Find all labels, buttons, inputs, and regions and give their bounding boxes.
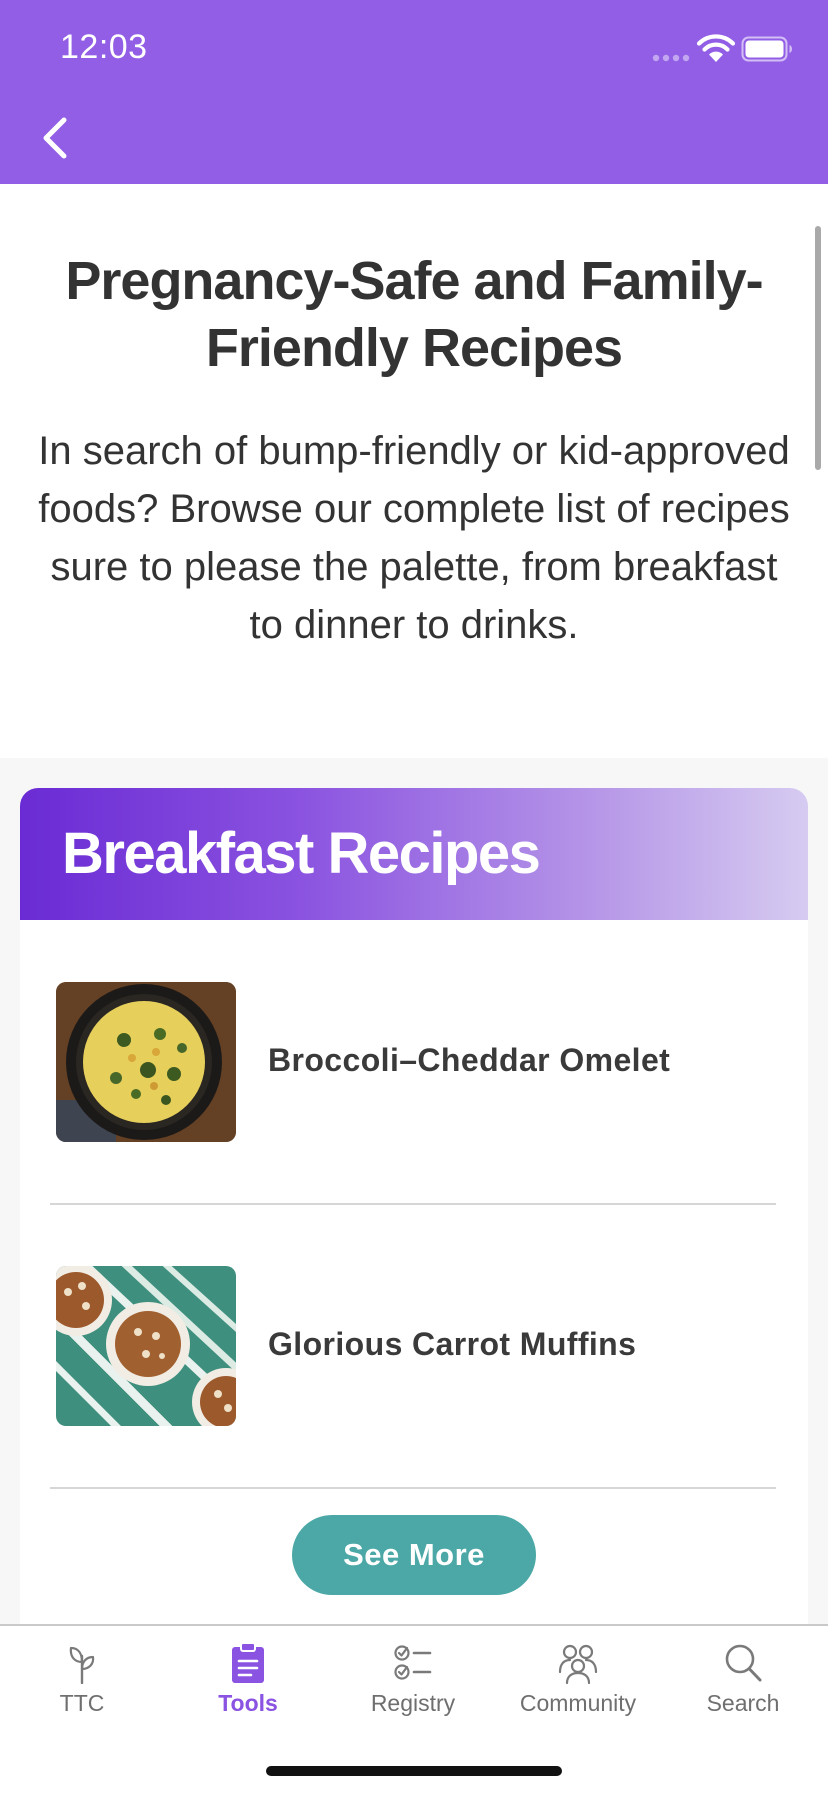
tab-registry[interactable]: Registry [333,1626,493,1722]
omelet-skillet-photo [56,982,236,1142]
checklist-icon [394,1645,432,1680]
carrot-muffins-photo [56,1266,236,1426]
intro-section: Pregnancy-Safe and Family-Friendly Recip… [0,184,828,758]
card-header: Breakfast Recipes [20,788,808,920]
tab-label: Search [706,1690,780,1716]
page-title: Pregnancy-Safe and Family-Friendly Recip… [65,251,763,378]
battery-icon [741,36,792,62]
back-button[interactable] [28,108,80,168]
cellular-signal-icon [652,54,690,62]
recipe-name: Broccoli–Cheddar Omelet [268,1042,671,1078]
tab-search[interactable]: Search [663,1626,823,1722]
recipe-item-carrot-muffins[interactable]: Glorious Carrot Muffins [20,1204,808,1488]
scrollbar-thumb[interactable] [815,226,821,470]
tab-tools[interactable]: Tools [168,1626,328,1722]
recipe-name: Glorious Carrot Muffins [268,1326,637,1362]
app-header: 12:03 [0,0,828,184]
tab-label: Registry [370,1690,456,1716]
people-group-icon [558,1644,598,1684]
intro-description: In search of bump-friendly or kid-approv… [38,429,790,647]
section-title: Breakfast Recipes [62,821,541,886]
row-divider [50,1487,776,1489]
tab-ttc[interactable]: TTC [2,1626,162,1722]
chevron-left-icon [43,117,67,159]
home-indicator [266,1766,562,1776]
status-time: 12:03 [60,28,148,66]
search-icon [725,1644,762,1682]
clipboard-icon [232,1642,264,1683]
tab-label: Tools [218,1690,278,1716]
see-more-button[interactable]: See More [292,1515,536,1595]
tab-label: Community [519,1690,637,1716]
tab-label: TTC [59,1690,105,1716]
sprout-icon [69,1646,95,1684]
tab-community[interactable]: Community [498,1626,658,1722]
wifi-icon [696,34,736,62]
breakfast-recipes-card: Breakfast Recipes Broccoli–Cheddar Omele… [20,788,808,1628]
recipe-item-omelet[interactable]: Broccoli–Cheddar Omelet [20,920,808,1204]
